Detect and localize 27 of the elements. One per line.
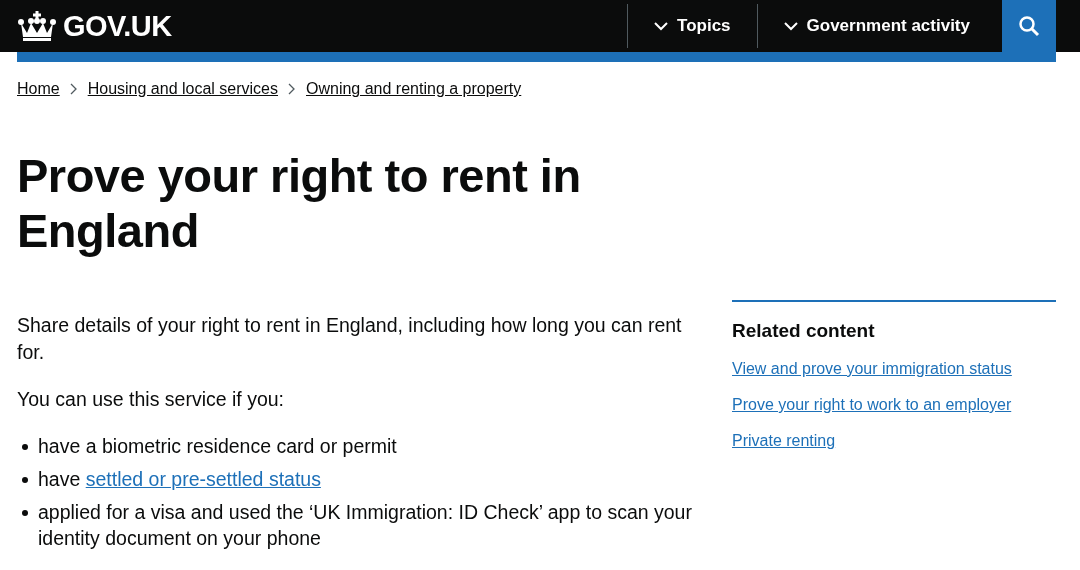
bullet-item: applied for a visa and used the ‘UK Immigration: ID Check’ app to scan your identity document on your phone (38, 500, 693, 551)
related-link[interactable]: Prove your right to work to an employer (732, 396, 1012, 414)
status-link[interactable]: settled or pre-settled status (85, 468, 321, 490)
chevron-right-icon (288, 83, 296, 95)
bullet-icon (22, 510, 28, 516)
gov-uk-logo-link[interactable]: GOV.UK (17, 9, 172, 43)
page-title: Prove your right to rent in England (17, 148, 582, 258)
breadcrumb-link[interactable]: Home (17, 80, 60, 98)
crown-icon (17, 11, 57, 41)
related-link[interactable]: View and prove your immigration status (732, 360, 1012, 378)
bullet-icon (22, 477, 28, 483)
related-content-heading: Related content (732, 320, 875, 342)
search-icon (1018, 15, 1040, 37)
chevron-icon (654, 21, 668, 31)
search-button[interactable] (1002, 0, 1056, 52)
intro-paragraph: Share details of your right to rent in England, including how long you can rent for. (17, 313, 683, 365)
bullet-icon (22, 444, 28, 450)
chevron-right-icon (69, 83, 78, 95)
chevron-icon (783, 21, 798, 31)
breadcrumb-link[interactable]: Owning and renting a property (306, 80, 522, 98)
related-link[interactable]: Private renting (732, 432, 836, 450)
bullet-item: have a biometric residence card or permit (38, 434, 397, 459)
bullet-item: have settled or pre-settled status (38, 467, 321, 492)
nav-menu-button[interactable]: Topics (627, 4, 757, 48)
breadcrumb-link[interactable]: Housing and local services (87, 80, 278, 98)
lead-paragraph: You can use this service if you: (17, 387, 285, 412)
nav-menu-button[interactable]: Government activity (756, 4, 996, 48)
